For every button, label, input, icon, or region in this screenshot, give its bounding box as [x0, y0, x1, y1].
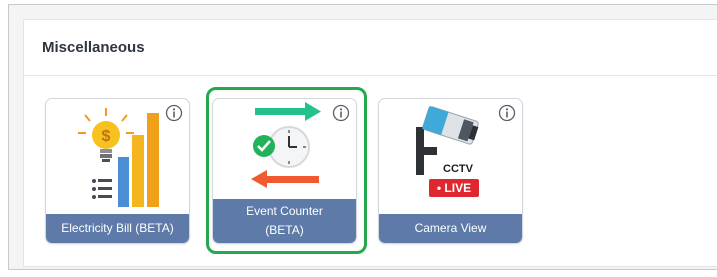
panel-header: Miscellaneous — [24, 20, 717, 76]
tile-electricity-bill[interactable]: $ Electricity Bill (BETA) — [45, 98, 190, 244]
selected-tile-highlight — [206, 87, 367, 254]
section-title: Miscellaneous — [42, 39, 145, 56]
cctv-label: CCTV — [443, 163, 473, 175]
tile-camera-view[interactable]: CCTV • LIVE Camera View — [378, 98, 523, 244]
tile-label: Camera View — [379, 214, 522, 243]
svg-text:$: $ — [102, 128, 111, 145]
info-icon[interactable] — [498, 104, 516, 122]
info-icon[interactable] — [165, 104, 183, 122]
live-badge: • LIVE — [429, 179, 479, 197]
tile-label: Electricity Bill (BETA) — [46, 214, 189, 243]
